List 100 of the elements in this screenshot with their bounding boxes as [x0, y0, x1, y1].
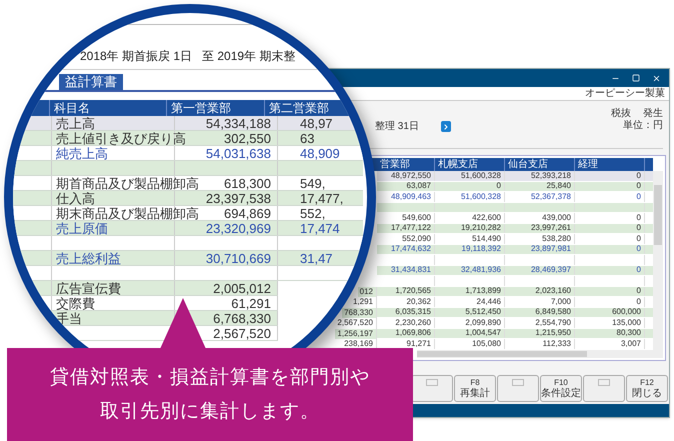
close-icon[interactable]	[652, 74, 661, 82]
table-row[interactable]: 17,477,122 19,210,282 23,997,261 0	[377, 224, 653, 234]
table-cell: 0	[636, 266, 641, 274]
table-cell: 91,271	[406, 340, 431, 348]
table-cell: 32,481,936	[460, 266, 501, 274]
account-name: 交際費	[56, 296, 95, 310]
period-to-text: 至 2019年 期末整	[202, 49, 296, 63]
table-cell: 0	[636, 182, 641, 190]
unit-label: 単位：円	[623, 121, 663, 131]
table-row[interactable]: 31,434,831 32,481,936 28,469,397 0	[377, 266, 653, 276]
table-cell: 19,210,282	[460, 224, 501, 232]
table-cell: 23,320,969	[206, 222, 271, 234]
table-cell: 0	[636, 224, 641, 232]
table-cell: 0	[636, 298, 641, 306]
next-button[interactable]	[440, 121, 451, 132]
account-name: 期首商品及び製品棚卸高	[56, 176, 199, 190]
table-cell: 48,909	[300, 146, 340, 160]
table-cell: 538,280	[542, 234, 571, 243]
table-cell: 51,600,328	[460, 172, 501, 180]
table-cell: 439,000	[542, 214, 571, 222]
vertical-scrollbar[interactable]	[653, 171, 663, 358]
table-cell: 17,474	[300, 222, 340, 234]
function-key-button[interactable]: F8 再集計	[454, 375, 496, 402]
table-cell: 1,720,565	[395, 287, 431, 296]
table-cell: 17,477,	[300, 192, 344, 204]
table-cell: 012	[358, 286, 377, 297]
table-cell: 1,215,950	[535, 329, 571, 338]
tax-label: 税抜	[611, 109, 631, 119]
table-cell: 19,118,392	[462, 245, 501, 254]
chevron-right-icon	[442, 122, 450, 130]
table-row[interactable]: 1,069,806 1,004,547 1,215,950 80,300	[377, 328, 653, 339]
table-cell: 549,600	[402, 214, 431, 222]
table-cell: 0	[636, 172, 641, 180]
table-row[interactable]: 17,474,632 19,118,392 23,897,981 0	[377, 244, 653, 255]
report-tab[interactable]: 益計算書	[59, 74, 123, 90]
callout-text: 貸借対照表・損益計算書を部門別や取引先別に集計します。	[49, 366, 371, 424]
account-name: 広告宣伝費	[56, 282, 121, 294]
maximize-icon[interactable]	[632, 74, 640, 82]
table-cell: 28,469,397	[530, 266, 571, 274]
table-cell: 31,47	[300, 252, 333, 264]
table-row[interactable]: 48,972,550 51,600,328 52,393,218 0	[377, 171, 653, 182]
table-cell: 0	[636, 245, 641, 254]
period-from-text: 2018年 期首振戻 1日	[80, 49, 192, 63]
table-cell: 20,362	[406, 298, 431, 306]
table-cell: 135,000	[612, 318, 641, 327]
table-cell: 768,330	[342, 308, 377, 318]
account-name: 純売上高	[56, 146, 108, 160]
table-cell: 61,291	[231, 296, 271, 310]
table-cell: 24,446	[476, 298, 501, 306]
table-cell: 0	[636, 287, 641, 296]
table-cell: 23,397,538	[206, 192, 271, 204]
company-name: オーピーシー製菓	[585, 88, 665, 98]
table-cell: 0	[636, 192, 641, 201]
table-cell: 0	[496, 182, 501, 190]
table-row[interactable]: 6,035,315 5,512,450 6,849,580 600,000	[377, 308, 653, 318]
table-row[interactable]: 期首商品及び製品棚卸高 618,300 549,	[13, 176, 363, 191]
table-row[interactable]: 1,720,565 1,713,899 2,023,160 0	[377, 286, 653, 297]
table-cell: 63	[300, 132, 314, 144]
function-key-button[interactable]: F12 閉じる	[626, 375, 668, 402]
table-cell: 0	[636, 234, 641, 243]
function-key-button[interactable]	[411, 375, 453, 402]
account-name: 期末商品及び製品棚卸高	[56, 206, 199, 220]
table-cell: 52,367,378	[530, 192, 571, 201]
account-name: 売上高	[56, 116, 95, 130]
table-cell: 552,090	[402, 234, 431, 243]
table-cell: 552,	[300, 206, 326, 220]
table-cell: 2,005,012	[213, 282, 271, 294]
table-cell: 549,	[300, 176, 326, 190]
table-cell: 1,713,899	[465, 287, 501, 296]
account-name: 売上総利益	[56, 252, 121, 264]
table-cell: 6,849,580	[535, 308, 571, 316]
table-cell: 618,300	[224, 176, 271, 190]
function-key-button[interactable]: F10 条件設定	[540, 375, 582, 402]
table-cell: 6,035,315	[395, 308, 431, 316]
table-cell: 23,997,261	[530, 224, 571, 232]
table-row[interactable]: 仕入高 23,397,538 17,477,	[13, 191, 363, 206]
table-cell: 302,550	[224, 132, 271, 144]
table-cell: 17,477,122	[390, 224, 431, 232]
table-cell: 422,600	[472, 214, 501, 222]
table-cell: 3,007	[620, 340, 641, 348]
table-cell: 54,031,638	[206, 146, 271, 160]
table-cell: 2,567,520	[213, 326, 271, 340]
table-cell: 112,333	[542, 340, 571, 348]
table-cell: 80,300	[616, 329, 641, 338]
table-row[interactable]: 63,087 0 25,840 0	[377, 182, 653, 192]
table-cell: 63,087	[406, 182, 431, 190]
table-row[interactable]: 期末商品及び製品棚卸高 694,869 552,	[13, 206, 363, 221]
table-cell: 514,490	[472, 234, 501, 243]
table-cell: 2,023,160	[535, 287, 571, 296]
table-cell: 48,972,550	[390, 172, 431, 180]
table-cell: 1,069,806	[395, 329, 431, 338]
table-row[interactable]: 売上原価 23,320,969 17,474	[13, 221, 363, 236]
table-cell: 5,512,450	[465, 308, 501, 316]
table-cell: 7,000	[550, 298, 571, 306]
basis-label: 発生	[643, 109, 663, 119]
table-cell: 1,256,197	[335, 328, 377, 339]
table-cell: 30,710,669	[206, 252, 271, 264]
table-cell: 54,334,188	[206, 116, 271, 130]
account-name: 売上原価	[56, 222, 108, 234]
table-cell: 48,909,463	[390, 192, 431, 201]
